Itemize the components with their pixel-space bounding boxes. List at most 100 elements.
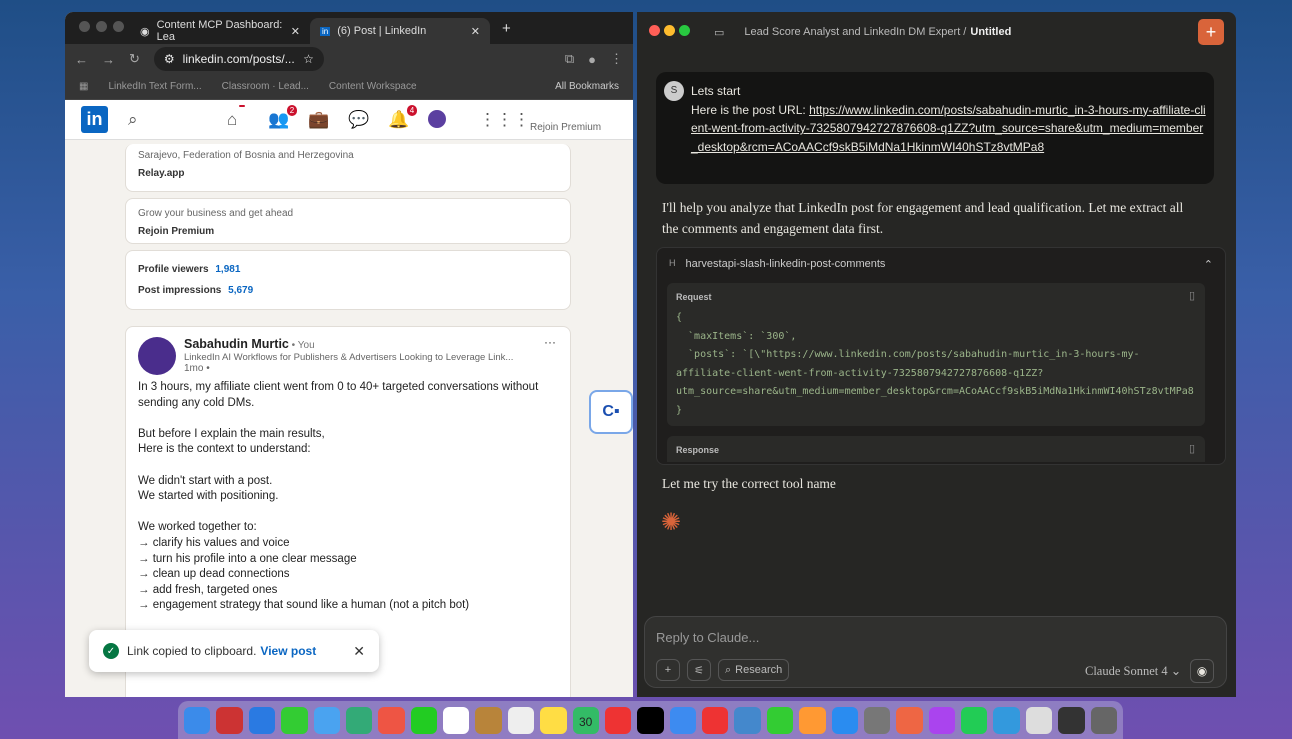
research-icon: ⌕ [725,663,732,676]
calendar-app-icon[interactable]: 30 [572,706,599,734]
bookmark-item[interactable]: Content Workspace [329,81,417,92]
new-chat-button[interactable]: + [1198,19,1224,45]
rejoin-premium-link[interactable]: Rejoin Premium [530,122,601,133]
linkedin-logo[interactable]: in [81,106,108,133]
dock-app-icon[interactable] [184,706,211,734]
research-button[interactable]: ⌕ Research [718,659,790,681]
dock-app-icon[interactable] [1090,706,1117,734]
home-icon[interactable]: ⌂ [227,105,246,130]
new-tab-icon[interactable]: + [502,20,511,37]
bookmark-item[interactable]: LinkedIn Text Form... [108,81,201,92]
tab-linkedin[interactable]: in (6) Post | LinkedIn ✕ [310,18,490,44]
post-line: In 3 hours, my affiliate client went fro… [138,381,539,409]
dock-app-icon[interactable] [410,706,437,734]
bookmarks-bar: ▦ LinkedIn Text Form... Classroom · Lead… [65,74,633,100]
forward-icon[interactable]: → [102,52,115,67]
model-selector[interactable]: Claude Sonnet 4 ⌄ [1085,663,1181,679]
dock-app-icon[interactable] [993,706,1020,734]
post-menu-icon[interactable]: ··· [544,335,556,349]
dock-app-icon[interactable] [248,706,276,734]
post-body: In 3 hours, my affiliate client went fro… [138,380,558,661]
post-line: Here is the context to understand: [138,443,311,456]
jobs-icon[interactable]: 💼 [308,110,329,130]
dock-app-icon[interactable] [831,706,858,734]
window-controls[interactable] [649,25,694,39]
stats-card: Profile viewers 1,981 Post impressions 5… [125,250,571,310]
notifications-icon[interactable]: 🔔 4 [388,105,418,130]
company-link[interactable]: Relay.app [138,168,558,179]
linkedin-favicon-icon: in [320,26,331,36]
dock-app-icon[interactable] [961,706,988,734]
post-line: → clarify his values and voice [138,536,290,549]
dock-app-icon[interactable] [604,706,632,734]
grid-icon[interactable]: ⋮⋮⋮ [479,110,530,130]
profile-avatar[interactable]: ● [588,52,596,67]
close-toast-icon[interactable]: ✕ [353,643,365,660]
floating-extension-icon[interactable]: C▪ [589,390,633,434]
dock-app-icon[interactable] [281,706,308,734]
document-title-dropdown[interactable]: Untitled [970,26,1011,38]
apps-icon[interactable]: ▦ [79,81,88,92]
dock-app-icon[interactable] [799,706,826,734]
window-controls[interactable] [79,21,130,35]
reply-input[interactable]: Reply to Claude... + ⚟ ⌕ Research Claude … [644,616,1227,688]
tab-favicon-icon: ◉ [140,25,150,38]
stat-profile-viewers[interactable]: Profile viewers 1,981 [138,264,558,275]
copy-icon[interactable]: ▯ [1189,289,1195,302]
tab-dashboard[interactable]: ◉ Content MCP Dashboard: Lea ✕ [130,18,310,44]
voice-button[interactable]: ◉ [1190,659,1214,683]
rejoin-premium-button[interactable]: Rejoin Premium [138,226,558,237]
dock-app-icon[interactable] [669,706,696,734]
copy-icon[interactable]: ▯ [1189,442,1195,455]
extensions-icon[interactable]: ⧉ [565,51,574,67]
post-line [138,505,558,521]
bookmark-item[interactable]: Classroom · Lead... [222,81,309,92]
dock-app-icon[interactable] [443,706,470,734]
address-bar[interactable]: ⚙ linkedin.com/posts/... ☆ [153,47,324,71]
dock-app-icon[interactable] [1025,706,1053,734]
add-attachment-button[interactable]: + [656,659,680,681]
author-avatar[interactable] [138,337,176,375]
search-icon[interactable]: ⌕ [128,110,138,130]
me-avatar[interactable] [428,110,446,128]
dock-app-icon[interactable] [313,706,340,734]
dock: 30 [178,701,1123,739]
close-tab-icon[interactable]: ✕ [291,25,300,38]
tab-bar: ◉ Content MCP Dashboard: Lea ✕ in (6) Post … [65,12,633,44]
stat-post-impressions[interactable]: Post impressions 5,679 [138,285,558,296]
back-icon[interactable]: ← [75,52,88,67]
browser-toolbar: ← → ↻ ⚙ linkedin.com/posts/... ☆ ⧉ ● ⋮ [65,44,633,74]
dock-app-icon[interactable] [540,706,567,734]
close-tab-icon[interactable]: ✕ [471,25,480,38]
author-name[interactable]: Sabahudin Murtic [184,337,289,351]
tool-header[interactable]: H harvestapi-slash-linkedin-post-comment… [657,248,1225,281]
site-settings-icon[interactable]: ⚙ [164,52,175,66]
dock-app-icon[interactable] [928,706,955,734]
user-message: S Lets start Here is the post URL: https… [656,72,1214,184]
tools-button[interactable]: ⚟ [687,659,711,681]
network-icon[interactable]: 👥 2 [268,105,298,130]
dock-app-icon[interactable] [702,706,729,734]
dock-app-icon[interactable] [637,706,664,734]
linkedin-header: in ⌕ ⌂ 👥 2 💼 💬 🔔 4 ⋮⋮⋮ Rejoin Premium [65,100,633,140]
sidebar-toggle-icon[interactable]: ▭ [714,26,724,39]
dock-app-icon[interactable] [216,706,243,734]
menu-icon[interactable]: ⋮ [610,51,623,67]
response-panel[interactable]: Response ▯ [667,436,1205,462]
all-bookmarks[interactable]: All Bookmarks [555,81,619,92]
profile-card: Sarajevo, Federation of Bosnia and Herze… [125,144,571,192]
dock-app-icon[interactable] [507,706,535,734]
dock-app-icon[interactable] [345,706,373,734]
collapse-chevron-icon[interactable]: ⌃ [1204,258,1213,271]
dock-app-icon[interactable] [766,706,794,734]
dock-app-icon[interactable] [896,706,923,734]
dock-app-icon[interactable] [378,706,405,734]
view-post-link[interactable]: View post [260,644,316,658]
reload-icon[interactable]: ↻ [129,51,140,67]
dock-app-icon[interactable] [475,706,502,734]
dock-app-icon[interactable] [734,706,761,734]
bookmark-star-icon[interactable]: ☆ [303,52,314,66]
dock-app-icon[interactable] [863,706,891,734]
dock-app-icon[interactable] [1058,706,1085,734]
messaging-icon[interactable]: 💬 [348,110,369,130]
